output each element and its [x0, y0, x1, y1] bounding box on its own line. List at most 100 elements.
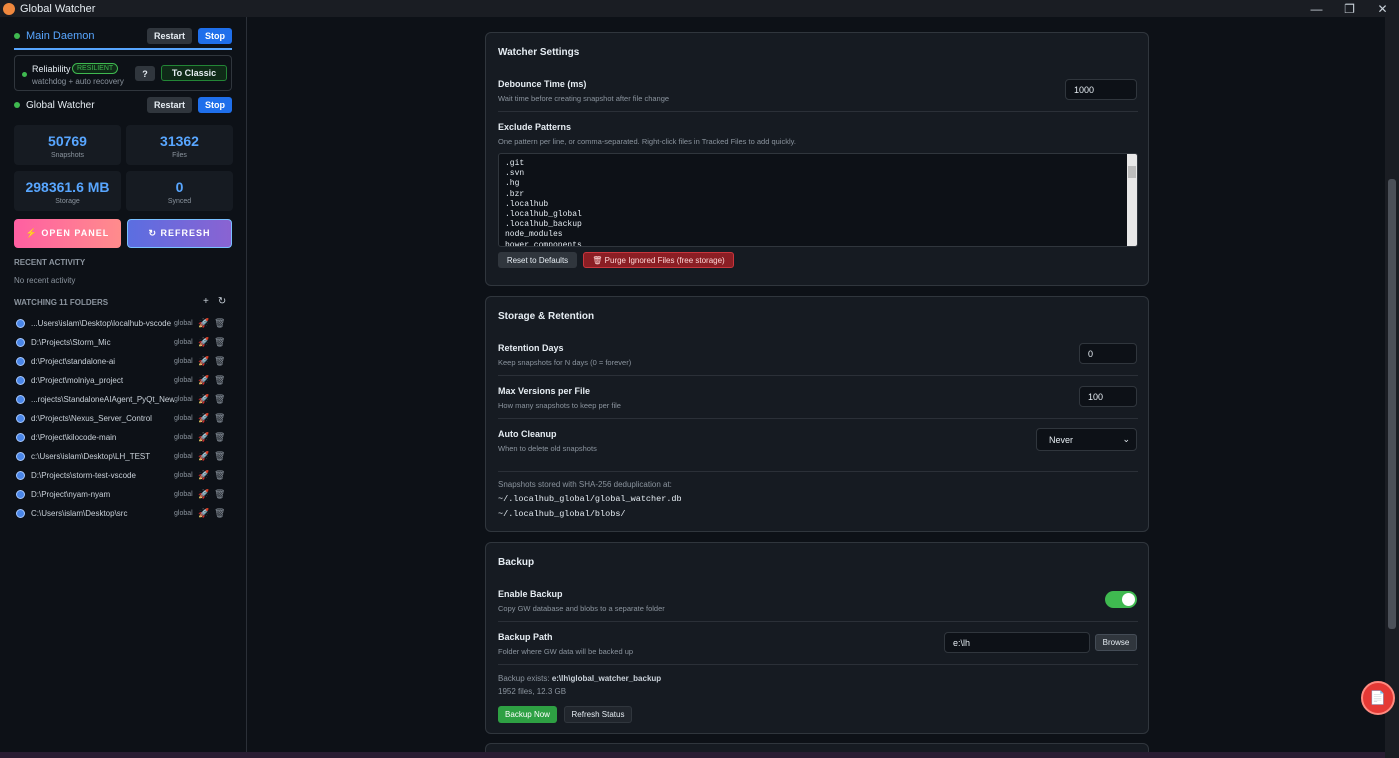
global-watcher-restart-button[interactable]: Restart [146, 97, 192, 113]
enable-backup-toggle[interactable] [1105, 591, 1137, 608]
maximize-button[interactable]: ❐ [1333, 0, 1366, 17]
rocket-icon[interactable]: 🚀 [198, 337, 214, 348]
sidebar: Main Daemon Restart Stop Reliability RES… [0, 17, 247, 758]
help-button[interactable]: ? [135, 66, 155, 81]
auto-cleanup-desc: When to delete old snapshots [498, 444, 597, 453]
minimize-button[interactable]: — [1300, 0, 1333, 17]
rocket-icon[interactable]: 🚀 [198, 375, 214, 386]
max-versions-input[interactable]: 100 [1079, 386, 1137, 407]
list-item[interactable]: ...Users\islam\Desktop\localhub-vscode gl… [14, 314, 232, 333]
enable-backup-label: Enable Backup [498, 589, 563, 599]
trash-icon[interactable]: 🗑 [214, 356, 225, 367]
rocket-icon[interactable]: 🚀 [198, 413, 214, 424]
backup-exists-path: e:\lh\global_watcher_backup [551, 674, 662, 683]
retention-days-input[interactable]: 0 [1079, 343, 1137, 364]
debounce-input[interactable]: 1000 [1065, 79, 1137, 100]
rocket-icon[interactable]: 🚀 [198, 432, 214, 443]
backup-now-button[interactable]: Backup Now [498, 706, 557, 723]
page-scrollbar-thumb[interactable] [1388, 179, 1396, 629]
card-title: Backup [498, 557, 535, 568]
list-item[interactable]: d:\Project\molniya_project global 🚀 🗑 [14, 371, 232, 390]
auto-cleanup-select[interactable]: Never ⌄ [1036, 428, 1137, 451]
folder-path: c:\Users\islam\Desktop\LH_TEST [31, 452, 151, 461]
app-logo-icon [3, 2, 15, 15]
max-versions-label: Max Versions per File [498, 386, 591, 396]
folder-tag: global [174, 510, 193, 517]
trash-icon[interactable]: 🗑 [214, 432, 225, 443]
rocket-icon[interactable]: 🚀 [198, 508, 214, 519]
trash-icon[interactable]: 🗑 [214, 508, 225, 519]
globe-icon [16, 509, 25, 518]
rocket-icon[interactable]: 🚀 [198, 470, 214, 481]
backup-exists: Backup exists: e:\lh\global_watcher_back… [498, 674, 661, 683]
trash-icon[interactable]: 🗑 [214, 489, 225, 500]
trash-icon[interactable]: 🗑 [214, 470, 225, 481]
trash-icon[interactable]: 🗑 [214, 394, 225, 405]
rocket-icon[interactable]: 🚀 [198, 318, 214, 329]
trash-icon[interactable]: 🗑 [214, 451, 225, 462]
list-item[interactable]: D:\Projects\storm-test-vscode global 🚀 🗑 [14, 466, 232, 485]
main-daemon-stop-button[interactable]: Stop [198, 28, 232, 44]
max-versions-desc: How many snapshots to keep per file [498, 401, 621, 410]
backup-path-input[interactable]: e:\lh [944, 632, 1090, 653]
folder-list: ...Users\islam\Desktop\localhub-vscode gl… [14, 314, 232, 523]
globe-icon [16, 490, 25, 499]
global-watcher-tab[interactable]: Global Watcher [26, 100, 95, 111]
main-daemon-restart-button[interactable]: Restart [146, 28, 192, 44]
window-title: Global Watcher [20, 2, 96, 15]
trash-icon[interactable]: 🗑 [214, 375, 225, 386]
global-watcher-stop-button[interactable]: Stop [198, 97, 232, 113]
rocket-icon[interactable]: 🚀 [198, 394, 214, 405]
scrollbar-thumb[interactable] [1128, 166, 1136, 178]
divider [498, 664, 1138, 665]
list-item[interactable]: D:\Projects\Storm_Mic global 🚀 🗑 [14, 333, 232, 352]
globe-icon [16, 338, 25, 347]
folder-tag: global [174, 434, 193, 441]
textarea-scrollbar[interactable] [1127, 154, 1137, 246]
folder-tag: global [174, 453, 193, 460]
list-item[interactable]: d:\Projects\Nexus_Server_Control global 🚀 🗑 [14, 409, 232, 428]
list-item[interactable]: D:\Project\nyam-nyam global 🚀 🗑 [14, 485, 232, 504]
trash-icon[interactable]: 🗑 [214, 413, 225, 424]
rocket-icon[interactable]: 🚀 [198, 356, 214, 367]
rocket-icon[interactable]: 🚀 [198, 489, 214, 500]
add-folder-icon[interactable]: + [203, 296, 209, 307]
status-dot-icon [14, 33, 20, 39]
reliability-subtitle: watchdog + auto recovery [32, 77, 124, 86]
list-item[interactable]: d:\Project\kilocode-main global 🚀 🗑 [14, 428, 232, 447]
no-recent-activity: No recent activity [14, 276, 76, 285]
globe-icon [16, 319, 25, 328]
refresh-button[interactable]: ↻ REFRESH [127, 219, 232, 248]
reliability-title: Reliability [32, 64, 71, 74]
to-classic-button[interactable]: To Classic [161, 65, 227, 81]
reset-defaults-button[interactable]: Reset to Defaults [498, 252, 577, 268]
rocket-icon[interactable]: 🚀 [198, 451, 214, 462]
bottom-edge [0, 752, 1385, 758]
browse-button[interactable]: Browse [1095, 634, 1137, 651]
list-item[interactable]: ...rojects\StandaloneAIAgent_PyQt_New glo… [14, 390, 232, 409]
stat-value: 0 [175, 179, 184, 195]
globe-icon [16, 452, 25, 461]
list-item[interactable]: C:\Users\islam\Desktop\src global 🚀 🗑 [14, 504, 232, 523]
folder-tag: global [174, 472, 193, 479]
folder-path: d:\Project\molniya_project [31, 376, 124, 385]
backup-path-desc: Folder where GW data will be backed up [498, 647, 634, 656]
list-item[interactable]: d:\Project\standalone-ai global 🚀 🗑 [14, 352, 232, 371]
trash-icon[interactable]: 🗑 [214, 318, 225, 329]
stat-value: 31362 [160, 133, 199, 149]
folder-tag: global [174, 415, 193, 422]
list-item[interactable]: c:\Users\islam\Desktop\LH_TEST global 🚀 🗑 [14, 447, 232, 466]
purge-ignored-button[interactable]: 🗑 Purge Ignored Files (free storage) [583, 252, 734, 268]
page-scrollbar[interactable] [1385, 17, 1399, 758]
reload-folders-icon[interactable]: ↻ [218, 296, 226, 307]
folder-tag: global [174, 377, 193, 384]
floating-document-button[interactable]: 📄 [1361, 681, 1395, 715]
trash-icon[interactable]: 🗑 [214, 337, 225, 348]
title-bar: Global Watcher — ❐ ✕ [0, 0, 1399, 17]
close-button[interactable]: ✕ [1366, 0, 1399, 17]
main-daemon-tab[interactable]: Main Daemon [26, 30, 94, 42]
refresh-status-button[interactable]: Refresh Status [564, 706, 632, 723]
open-panel-button[interactable]: ⚡ OPEN PANEL [14, 219, 121, 248]
watcher-settings-card: Watcher Settings Debounce Time (ms) Wait… [485, 32, 1149, 286]
exclude-patterns-textarea[interactable]: .git .svn .hg .bzr .localhub .localhub_g… [498, 153, 1138, 247]
